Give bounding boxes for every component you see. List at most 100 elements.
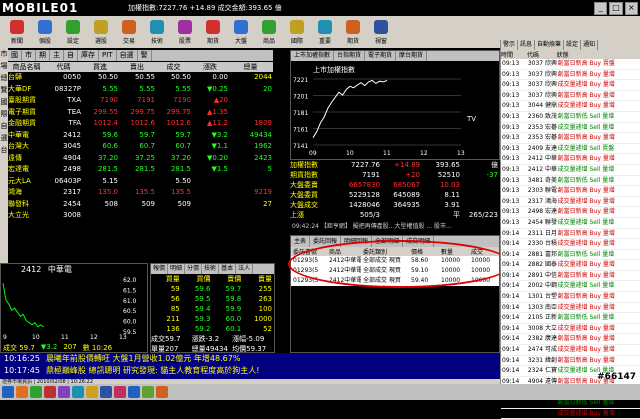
- order-book-row[interactable]: 59 59.6 59.7 255: [151, 284, 274, 294]
- order-book-row[interactable]: 85 59.4 59.9 100: [151, 304, 274, 314]
- alert-row[interactable]: 09:13 2412 中華電創當日新高 Buy 量增: [501, 154, 640, 165]
- order-book-tab[interactable]: 明細: [168, 264, 186, 274]
- alerts-tab[interactable]: 訊息: [518, 40, 536, 50]
- alerts-tab[interactable]: 通知: [581, 40, 599, 50]
- alert-row[interactable]: 09:13 2454 聯發科成交量遽增 Sell 量增: [501, 218, 640, 229]
- column-header[interactable]: 買進: [82, 62, 119, 72]
- alert-row[interactable]: 09:13 3037 欣興 創當日新高 Buy 量增: [501, 70, 640, 81]
- left-nav-item[interactable]: 台: [0, 144, 8, 156]
- alert-row[interactable]: 09:14 2882 國泰金成交量遽增 Buy 量增: [501, 260, 640, 271]
- toolbar-button[interactable]: 商品: [256, 18, 282, 48]
- quote-row[interactable]: 台驊 0050 50.50 50.55 50.50 0.00 2044: [8, 72, 273, 84]
- toolbar-button[interactable]: 個股: [32, 18, 58, 48]
- quote-row[interactable]: 電子期貨 TEA 299.55 299.75 299.75 ▲1.35: [8, 107, 273, 119]
- alert-row[interactable]: 09:13 3037 欣興 創當日新高 Buy 量增: [501, 91, 640, 102]
- alert-row[interactable]: 09:13 2409 友達 成交量遽增 Sell 賣盤: [501, 144, 640, 155]
- toolbar-button[interactable]: 國際: [284, 18, 310, 48]
- alerts-column-header[interactable]: 時間: [501, 50, 527, 59]
- close-button[interactable]: ×: [624, 2, 638, 15]
- alerts-column-header[interactable]: 代碼: [527, 50, 557, 59]
- quote-tab[interactable]: 市: [22, 50, 36, 61]
- left-nav-item[interactable]: 選: [0, 132, 8, 144]
- taskbar-app-icon[interactable]: [156, 386, 168, 398]
- quote-row[interactable]: 元大LA 06403P 5.15 5.50: [8, 176, 273, 188]
- toolbar-button[interactable]: 股票: [172, 18, 198, 48]
- quote-row[interactable]: 鴻海 2317 135.0 135.5 135.5 9219: [8, 187, 273, 199]
- taskbar-app-icon[interactable]: [30, 386, 42, 398]
- taskbar-app-icon[interactable]: [142, 386, 154, 398]
- quote-row[interactable]: 宏達電 2498 281.5 281.5 281.5 ▼1.5 5: [8, 164, 273, 176]
- alerts-tab[interactable]: 自動換筆: [535, 40, 565, 50]
- alert-row[interactable]: 09:14 2002 中鋼 成交量遽增 Sell 量增: [501, 281, 640, 293]
- left-nav-item[interactable]: 總: [0, 72, 8, 84]
- quote-row[interactable]: 聯發科 2454 508 509 509 27: [8, 199, 273, 211]
- taskbar-app-icon[interactable]: [100, 386, 112, 398]
- column-header[interactable]: 賣出: [119, 62, 156, 72]
- alert-row[interactable]: 09:13 2498 宏達電創當日新高 Buy 量增: [501, 207, 640, 218]
- quote-tab[interactable]: 自: [64, 50, 78, 61]
- quote-tab[interactable]: 自選: [117, 50, 138, 61]
- column-header[interactable]: 商品名稱: [8, 62, 46, 72]
- column-header[interactable]: 總量: [229, 62, 273, 72]
- quote-tab[interactable]: 期: [36, 50, 50, 61]
- toolbar-button[interactable]: 設定: [60, 18, 86, 48]
- alert-row[interactable]: 09:14 3008 大立光成交量遽增 Buy 量增: [501, 324, 640, 335]
- left-nav-item[interactable]: 際: [0, 108, 8, 120]
- order-book-tab[interactable]: 法人: [236, 264, 254, 274]
- alert-row[interactable]: 09:13 2412 中華電成交量遽增 Sell 量增: [501, 165, 640, 176]
- toolbar-button[interactable]: 視窗: [368, 18, 394, 48]
- order-book-row[interactable]: 56 59.5 59.8 263: [151, 294, 274, 304]
- order-book-row[interactable]: 136 59.2 60.1 52: [151, 324, 274, 334]
- left-nav-item[interactable]: 市: [0, 48, 8, 60]
- alert-row[interactable]: 09:13 2353 宏碁 成交量遽增 Sell 量增: [501, 123, 640, 134]
- left-nav-item[interactable]: 國: [0, 96, 8, 108]
- alert-row[interactable]: 09:13 3037 欣興 創當日新高 Buy 賣盤: [501, 59, 640, 70]
- alert-row[interactable]: 09:14 2105 正新 創當日新低 Sell 量增: [501, 313, 640, 324]
- news-item[interactable]: 10:16:25 晨曦年前股價轉旺 大盤1月營收1.02億元 年增48.67%: [0, 353, 500, 365]
- quote-tab[interactable]: 主: [50, 50, 64, 61]
- index-chart-tab[interactable]: 上市加權指數: [291, 51, 335, 61]
- order-book-tab[interactable]: 分價: [185, 264, 203, 274]
- order-book-tab[interactable]: 技術: [202, 264, 220, 274]
- taskbar-app-icon[interactable]: [86, 386, 98, 398]
- index-chart-tab[interactable]: 電子期貨: [365, 51, 397, 61]
- alert-row[interactable]: 09:13 3481 奇美電創當日新低 Sell 量增: [501, 176, 640, 187]
- toolbar-button[interactable]: 重要: [312, 18, 338, 48]
- toolbar-button[interactable]: 期貨: [200, 18, 226, 48]
- alert-row[interactable]: 09:14 2330 台積電成交量遽增 Buy 量增: [501, 239, 640, 250]
- column-header[interactable]: 代碼: [46, 62, 82, 72]
- taskbar-app-icon[interactable]: [16, 386, 28, 398]
- alert-row[interactable]: 09:14 3231 緯創 創當日新高 Buy 量增: [501, 356, 640, 367]
- taskbar-app-icon[interactable]: [128, 386, 140, 398]
- quote-row[interactable]: 金融期貨 TFA 1012.4 1012.6 1012.6 ▲11.2 1809: [8, 118, 273, 130]
- left-nav-item[interactable]: 自: [0, 120, 8, 132]
- order-book-tab[interactable]: 基本: [219, 264, 237, 274]
- alert-row[interactable]: 09:14 2891 中信金創當日新高 Buy 量增: [501, 271, 640, 282]
- news-item[interactable]: 10:17:45 鼎極巔峰股 總訊聰明 研究發現: 貓主人教育程度高於狗主人!: [0, 365, 500, 377]
- alert-row[interactable]: 09:13 2353 宏碁 創當日新高 Buy 量增: [501, 133, 640, 144]
- taskbar-app-icon[interactable]: [44, 386, 56, 398]
- quote-tab[interactable]: 國: [8, 50, 22, 61]
- quote-row[interactable]: 台灣大 3045 60.6 60.7 60.7 ▼1.1 1962: [8, 141, 273, 153]
- alert-row[interactable]: 09:14 1303 南亞 成交量遽增 Buy 量增: [501, 303, 640, 314]
- quote-row[interactable]: 遠傳 4904 37.20 37.25 37.20 ▼0.20 2423: [8, 153, 273, 165]
- column-header[interactable]: 漲跌: [192, 62, 229, 72]
- quote-tab[interactable]: PIT: [99, 50, 117, 61]
- taskbar-app-icon[interactable]: [72, 386, 84, 398]
- quote-tab[interactable]: 警: [138, 50, 152, 61]
- taskbar-app-icon[interactable]: [2, 386, 14, 398]
- alerts-tab[interactable]: 設定: [564, 40, 582, 50]
- left-nav-item[interactable]: 場: [0, 60, 8, 72]
- alerts-tab[interactable]: 警示: [501, 40, 519, 50]
- toolbar-button[interactable]: 交易: [116, 18, 142, 48]
- alert-row[interactable]: 09:14 2311 日月光創當日新高 Buy 量增: [501, 229, 640, 240]
- quote-row[interactable]: 大立光 3008: [8, 210, 273, 222]
- taskbar-app-icon[interactable]: [114, 386, 126, 398]
- alert-row[interactable]: 09:14 2881 富邦金創當日新低 Sell 量增: [501, 250, 640, 261]
- alerts-column-header[interactable]: 狀態: [557, 50, 640, 59]
- maximize-button[interactable]: □: [609, 2, 623, 15]
- column-header[interactable]: 成交: [156, 62, 192, 72]
- orders-tab[interactable]: 主表: [291, 236, 311, 247]
- quote-row[interactable]: 中華電 2412 59.6 59.7 59.7 ▼3.2 49434: [8, 130, 273, 142]
- alert-row[interactable]: 09:13 3037 欣興 成交量遽增 Buy 量增: [501, 80, 640, 91]
